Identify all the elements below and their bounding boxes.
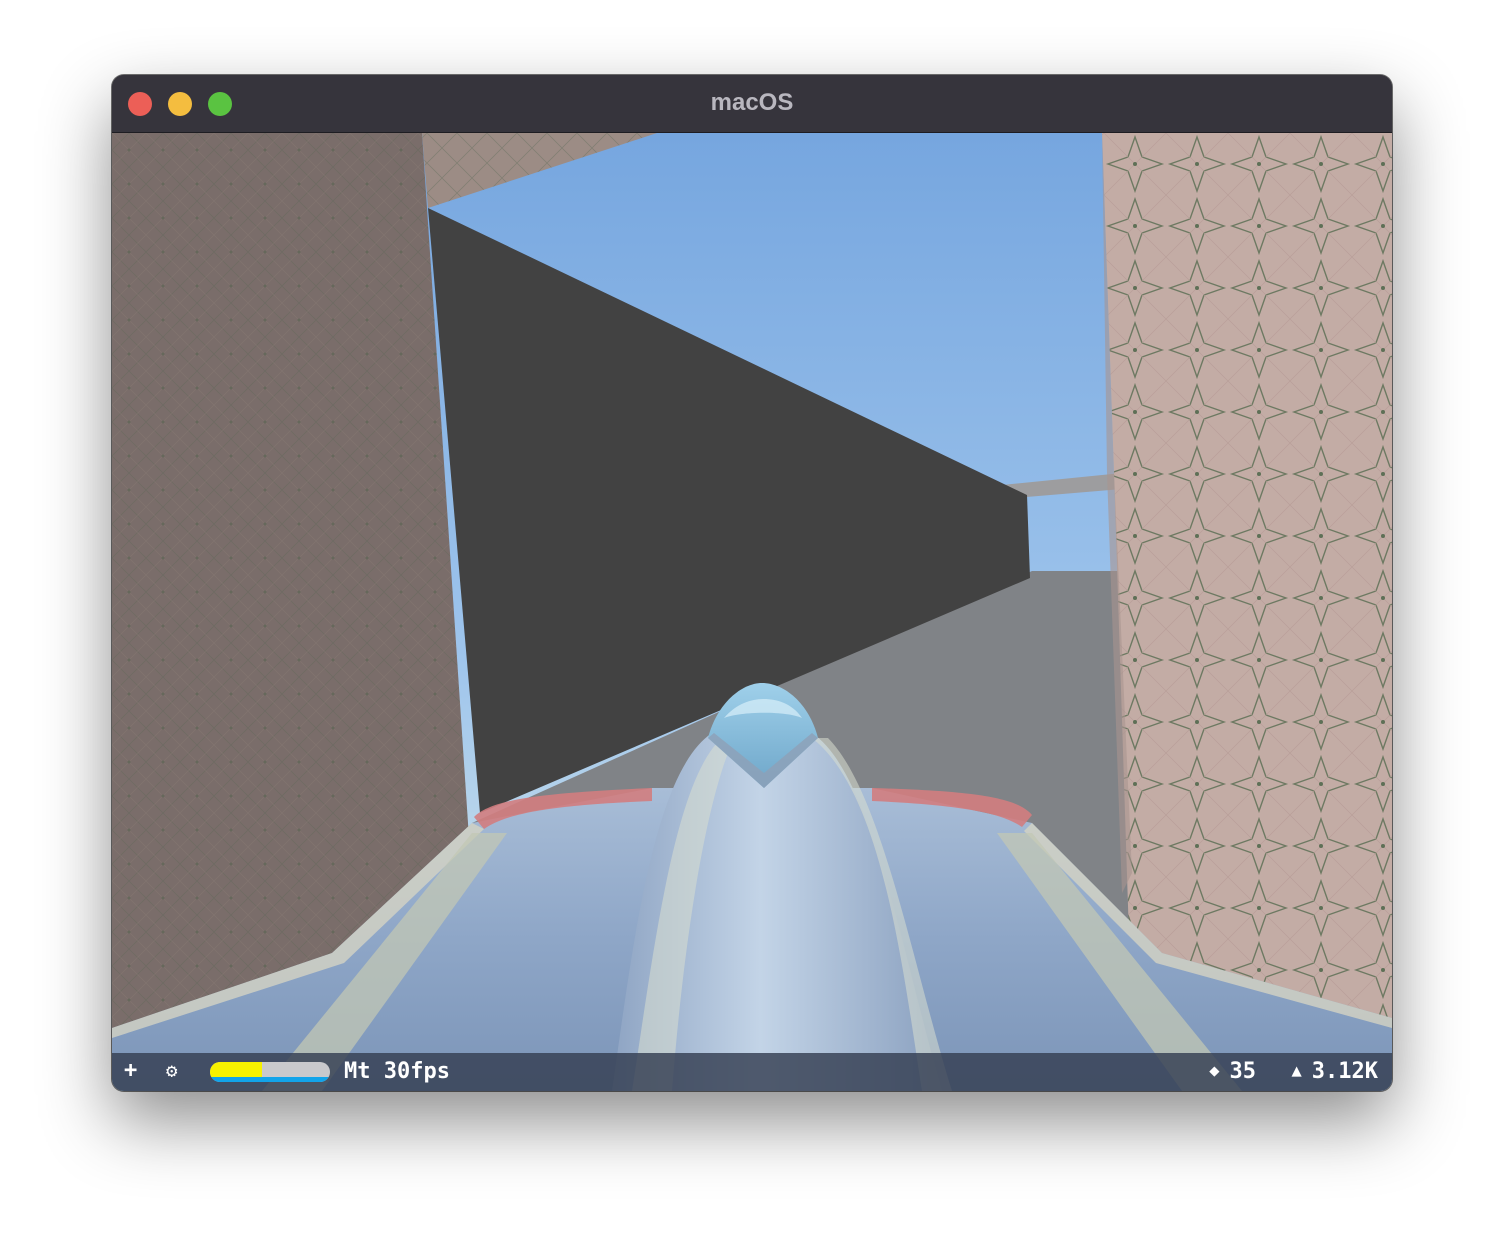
node-count-value: 35 [1229, 1059, 1257, 1084]
window-title: macOS [710, 89, 794, 116]
performance-meter-fill [210, 1062, 262, 1077]
performance-meter [210, 1062, 330, 1082]
diamond-icon: ◆ [1209, 1061, 1220, 1081]
gear-icon[interactable]: ⚙ [166, 1060, 177, 1082]
stats-bar: + ⚙ Mt 30fps ◆ 35 ▲ 3.12K [112, 1053, 1392, 1091]
scene [112, 133, 1392, 1091]
fps-label: Mt 30fps [344, 1059, 450, 1084]
triangle-count-value: 3.12K [1311, 1059, 1378, 1084]
triangle-icon: ▲ [1291, 1061, 1302, 1081]
add-button[interactable]: + [124, 1058, 137, 1083]
node-count: ◆ 35 [1209, 1059, 1256, 1084]
app-window: macOS + ⚙ Mt 30fps ◆ 35 ▲ 3.12K [112, 75, 1392, 1091]
game-viewport[interactable]: + ⚙ Mt 30fps ◆ 35 ▲ 3.12K [112, 133, 1392, 1091]
performance-meter-line [210, 1077, 330, 1082]
triangle-count: ▲ 3.12K [1292, 1059, 1378, 1084]
title-bar[interactable]: macOS [112, 75, 1392, 133]
